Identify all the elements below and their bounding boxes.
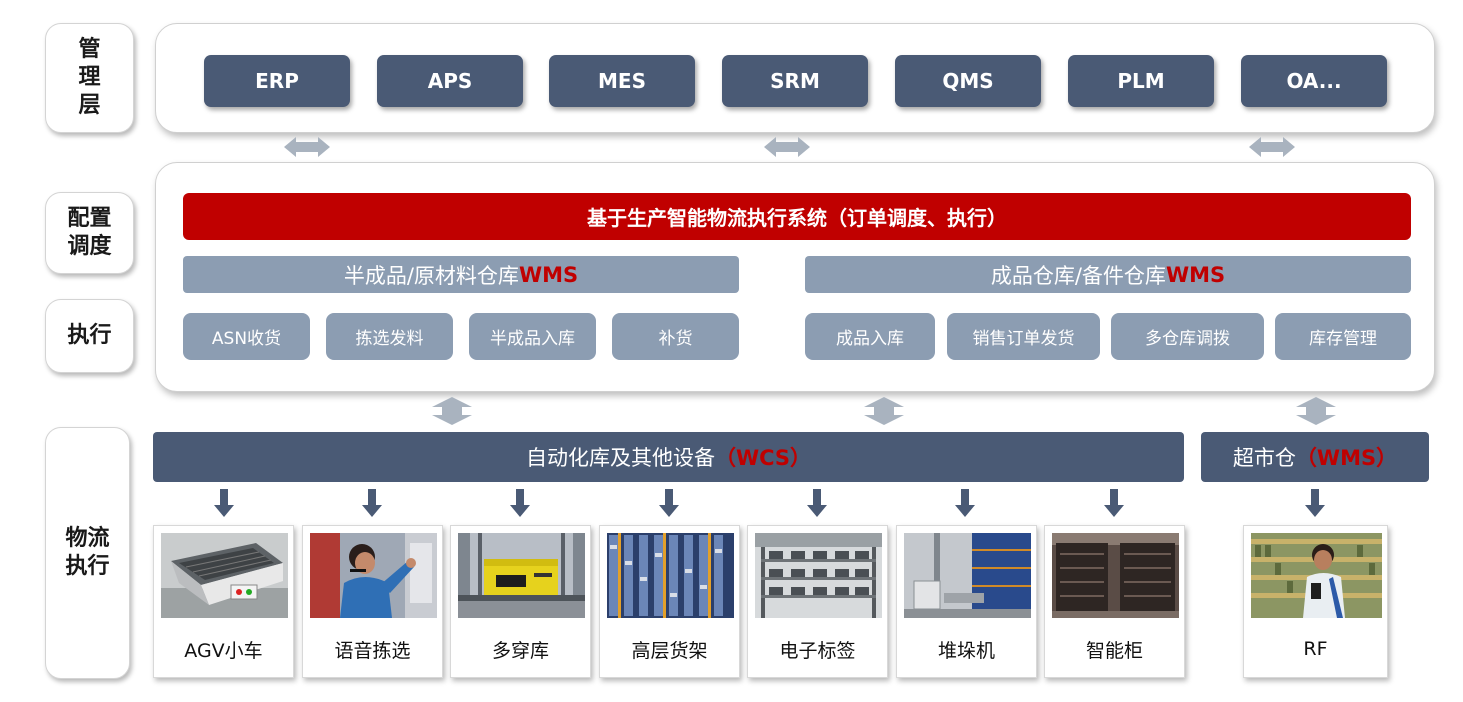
layer-config-label: 配置 调度 xyxy=(67,206,112,259)
down-arrow-icon xyxy=(1104,489,1124,517)
function-inventory-management[interactable]: 库存管理 xyxy=(1275,313,1411,360)
device-label-high-rack: 高层货架 xyxy=(631,639,708,662)
smart-cabinet-photo xyxy=(1052,533,1179,618)
supermarket-bar: 超市仓 （WMS） xyxy=(1201,432,1429,482)
wcs-bar: 自动化库及其他设备 （WCS） xyxy=(153,432,1184,482)
double-arrow-icon xyxy=(1249,137,1295,157)
voice-picking-photo xyxy=(310,533,437,618)
right-wms-label: 成品仓库/备件仓库 xyxy=(990,263,1166,288)
function-sales-order-shipping[interactable]: 销售订单发货 xyxy=(947,313,1100,360)
system-plm-button[interactable]: PLM xyxy=(1068,55,1214,107)
device-card-stacker-crane[interactable]: 堆垛机 xyxy=(896,525,1037,678)
device-card-rf[interactable]: RF xyxy=(1243,525,1388,678)
device-card-shuttle[interactable]: 多穿库 xyxy=(450,525,591,678)
double-arrow-icon xyxy=(432,397,472,425)
down-arrow-icon xyxy=(214,489,234,517)
system-erp-button[interactable]: ERP xyxy=(204,55,350,107)
device-card-smart-cabinet[interactable]: 智能柜 xyxy=(1044,525,1185,678)
down-arrow-icon xyxy=(955,489,975,517)
down-arrow-icon xyxy=(510,489,530,517)
supermarket-label: 超市仓 xyxy=(1232,446,1296,470)
rf-scanner-photo xyxy=(1251,533,1382,618)
double-arrow-icon xyxy=(1296,397,1336,425)
layer-logistics-label: 物流 执行 xyxy=(65,526,110,579)
function-picking-issue[interactable]: 拣选发料 xyxy=(326,313,453,360)
device-card-agv[interactable]: AGV小车 xyxy=(153,525,294,678)
double-arrow-icon xyxy=(284,137,330,157)
layer-config: 配置 调度 xyxy=(45,192,134,274)
down-arrow-icon xyxy=(659,489,679,517)
wcs-tag: （WCS） xyxy=(714,446,812,470)
function-replenishment[interactable]: 补货 xyxy=(612,313,739,360)
layer-execute: 执行 xyxy=(45,299,134,373)
system-qms-button[interactable]: QMS xyxy=(895,55,1041,107)
device-card-voice-picking[interactable]: 语音拣选 xyxy=(302,525,443,678)
device-label-pick-to-light: 电子标签 xyxy=(779,639,856,662)
down-arrow-icon xyxy=(362,489,382,517)
system-mes-button[interactable]: MES xyxy=(549,55,695,107)
device-label-stacker-crane: 堆垛机 xyxy=(937,639,995,662)
down-arrow-icon xyxy=(807,489,827,517)
right-wms-tag: WMS xyxy=(1165,262,1226,287)
layer-management: 管 理 层 xyxy=(45,23,134,133)
layer-execute-label: 执行 xyxy=(67,323,112,348)
shuttle-warehouse-photo xyxy=(458,533,585,618)
function-asn-receiving[interactable]: ASN收货 xyxy=(183,313,310,360)
right-wms-bar: 成品仓库/备件仓库 WMS xyxy=(805,256,1411,293)
function-finished-inbound[interactable]: 成品入库 xyxy=(805,313,935,360)
wcs-label: 自动化库及其他设备 xyxy=(525,446,715,470)
layer-logistics: 物流 执行 xyxy=(45,427,130,679)
function-multi-warehouse-transfer[interactable]: 多仓库调拨 xyxy=(1111,313,1264,360)
execution-system-title: 基于生产智能物流执行系统（订单调度、执行） xyxy=(183,193,1411,240)
agv-cart-photo xyxy=(161,533,288,618)
left-wms-tag: WMS xyxy=(518,262,579,287)
system-aps-button[interactable]: APS xyxy=(377,55,523,107)
device-card-pick-to-light[interactable]: 电子标签 xyxy=(747,525,888,678)
device-label-voice-picking: 语音拣选 xyxy=(334,639,411,662)
system-oa-button[interactable]: OA... xyxy=(1241,55,1387,107)
device-label-agv: AGV小车 xyxy=(184,639,263,662)
system-srm-button[interactable]: SRM xyxy=(722,55,868,107)
device-label-smart-cabinet: 智能柜 xyxy=(1085,639,1143,662)
device-label-rf: RF xyxy=(1303,638,1328,660)
left-wms-bar: 半成品/原材料仓库 WMS xyxy=(183,256,739,293)
double-arrow-icon xyxy=(864,397,904,425)
function-semi-finished-inbound[interactable]: 半成品入库 xyxy=(469,313,596,360)
high-rack-photo xyxy=(607,533,734,618)
device-card-high-rack[interactable]: 高层货架 xyxy=(599,525,740,678)
supermarket-tag: （WMS） xyxy=(1295,446,1398,470)
left-wms-label: 半成品/原材料仓库 xyxy=(343,263,519,288)
down-arrow-icon xyxy=(1305,489,1325,517)
device-label-shuttle: 多穿库 xyxy=(491,639,549,662)
double-arrow-icon xyxy=(764,137,810,157)
layer-management-label: 管 理 层 xyxy=(78,37,101,118)
stacker-crane-photo xyxy=(904,533,1031,618)
pick-to-light-photo xyxy=(755,533,882,618)
